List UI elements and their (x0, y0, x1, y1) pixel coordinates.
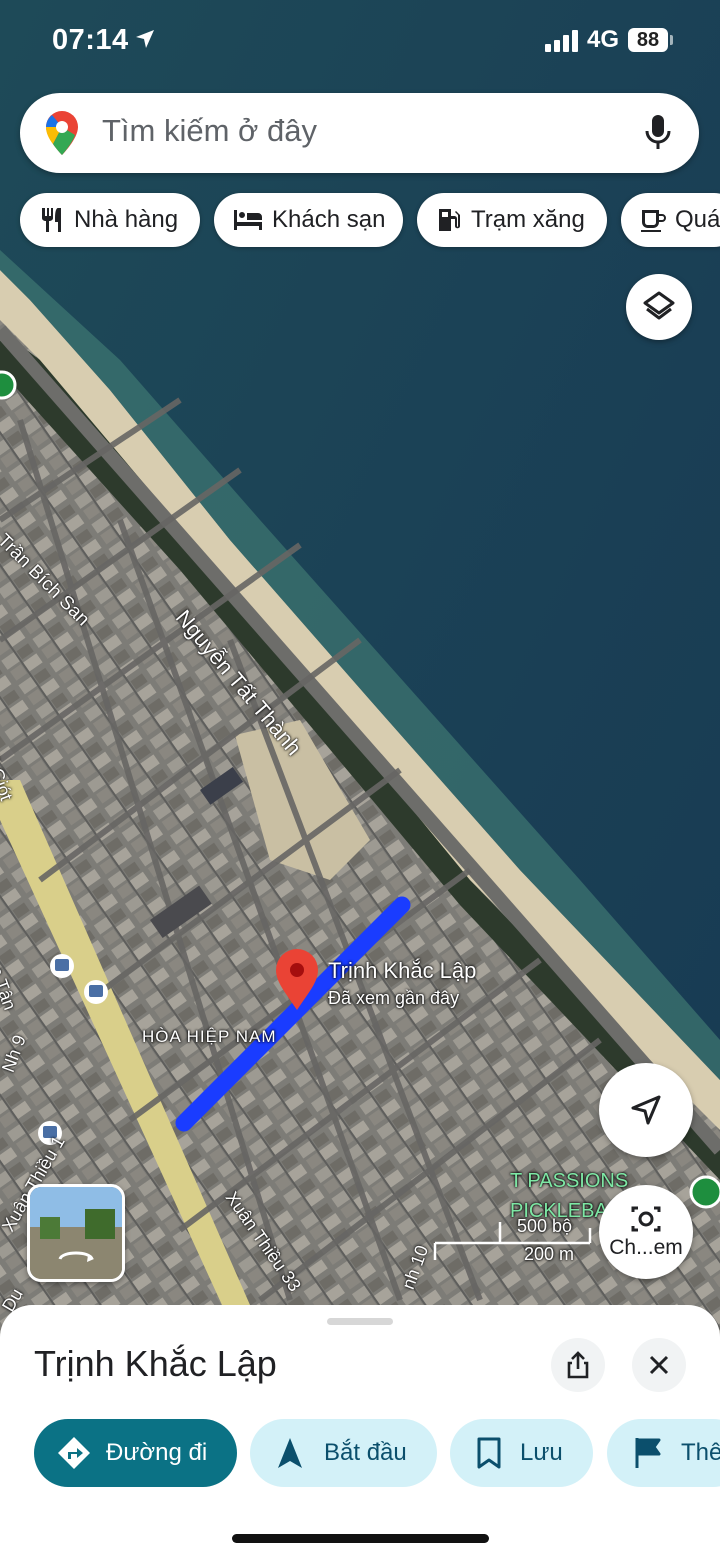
bus-stop-icon[interactable] (50, 954, 74, 978)
battery-icon: 88 (628, 28, 668, 52)
chip-label: Quá (675, 206, 720, 233)
add-label-button[interactable]: Thê (607, 1419, 720, 1487)
place-label[interactable]: Trịnh Khắc Lập (328, 958, 476, 984)
place-title: Trịnh Khắc Lập (34, 1343, 277, 1384)
place-bottom-sheet[interactable]: Trịnh Khắc Lập Đường đi Bắt đầu Lưu Thê (0, 1305, 720, 1557)
layers-button[interactable] (626, 274, 692, 340)
sheet-drag-handle[interactable] (327, 1318, 393, 1325)
poi-marker-icon[interactable] (0, 370, 17, 400)
share-icon (567, 1351, 589, 1379)
lens-search-label: Ch...em (609, 1236, 683, 1259)
poi-marker-icon[interactable] (689, 1175, 720, 1209)
hotel-icon (232, 208, 264, 232)
chip-gas-stations[interactable]: Trạm xăng (417, 193, 607, 247)
cafe-icon (639, 206, 667, 234)
signal-icon (545, 30, 578, 52)
restaurant-icon (38, 206, 66, 234)
navigation-arrow-icon (631, 1095, 661, 1125)
share-button[interactable] (551, 1338, 605, 1392)
add-label-label: Thê (681, 1439, 720, 1466)
close-button[interactable] (632, 1338, 686, 1392)
home-indicator[interactable] (232, 1534, 489, 1543)
save-label: Lưu (520, 1439, 563, 1466)
chip-hotels[interactable]: Khách sạn (214, 193, 403, 247)
scale-feet-label: 500 bộ (517, 1216, 573, 1236)
bus-stop-icon[interactable] (84, 980, 108, 1004)
start-label: Bắt đầu (324, 1439, 407, 1466)
bookmark-icon (477, 1437, 501, 1469)
street-view-thumbnail[interactable] (27, 1184, 125, 1282)
search-bar[interactable]: Tìm kiếm ở đây (20, 93, 699, 173)
my-location-button[interactable] (599, 1063, 693, 1157)
directions-label: Đường đi (106, 1439, 208, 1466)
microphone-icon[interactable] (645, 113, 671, 153)
directions-icon (58, 1437, 90, 1469)
battery-tip (670, 35, 673, 45)
chip-label: Khách sạn (272, 206, 386, 233)
lens-search-button[interactable]: Ch...em (599, 1185, 693, 1279)
status-bar: 07:14 4G 88 (0, 0, 720, 80)
chip-restaurants[interactable]: Nhà hàng (20, 193, 200, 247)
place-subtitle: Đã xem gần đây (328, 988, 460, 1008)
chip-cafes[interactable]: Quá (621, 193, 720, 247)
status-time: 07:14 (52, 24, 129, 56)
close-icon (649, 1355, 669, 1375)
chip-label: Nhà hàng (74, 206, 179, 233)
location-arrow-icon (136, 30, 154, 48)
scale-meters-label: 200 m (524, 1244, 575, 1264)
google-maps-logo-icon (46, 111, 78, 155)
network-type: 4G (587, 26, 620, 53)
navigation-icon (278, 1438, 302, 1468)
start-button[interactable]: Bắt đầu (250, 1419, 437, 1487)
save-button[interactable]: Lưu (450, 1419, 593, 1487)
flag-icon (635, 1438, 661, 1468)
camera-search-icon (631, 1206, 661, 1232)
gas-station-icon (435, 206, 463, 234)
chip-label: Trạm xăng (471, 206, 585, 233)
district-label: HÒA HIỆP NAM (142, 1027, 277, 1046)
search-input[interactable]: Tìm kiếm ở đây (102, 113, 317, 149)
directions-button[interactable]: Đường đi (34, 1419, 237, 1487)
layers-icon (643, 291, 675, 320)
